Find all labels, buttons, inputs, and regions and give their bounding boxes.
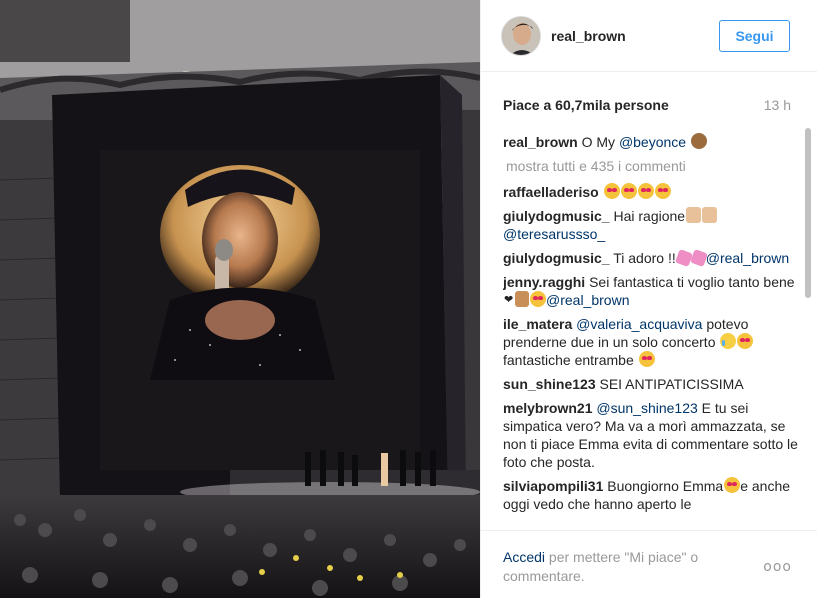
sparkling-heart-emoji-icon	[674, 249, 693, 267]
likes-count[interactable]: Piace a 60,7mila persone	[503, 97, 669, 113]
login-link[interactable]: Accedi	[503, 549, 545, 565]
comment-author[interactable]: silviapompili31	[503, 478, 603, 494]
heart-eyes-emoji-icon	[638, 351, 655, 367]
comment-author[interactable]: raffaelladeriso	[503, 184, 599, 200]
avatar[interactable]	[501, 16, 541, 56]
heart-eyes-emoji-icon	[737, 333, 754, 349]
post-side-panel: real_brown Segui Piace a 60,7mila person…	[480, 0, 817, 598]
monkey-emoji-icon	[690, 133, 707, 149]
thumbs-up-emoji-icon	[702, 207, 718, 223]
comment-author[interactable]: ile_matera	[503, 316, 572, 332]
crying-emoji-icon	[720, 333, 737, 349]
post-timestamp[interactable]: 13 h	[764, 97, 791, 113]
caption-text: O My	[581, 134, 619, 150]
comment-mention[interactable]: @teresarussso_	[503, 226, 605, 242]
post-footer: Accedi per mettere "Mi piace" o commenta…	[481, 530, 817, 598]
list-item: giulydogmusic_ Hai ragione @teresarussso_	[503, 207, 798, 243]
heart-eyes-emoji-icon	[530, 291, 546, 307]
caption-author[interactable]: real_brown	[503, 134, 578, 150]
list-item: giulydogmusic_ Ti adoro !! @real_brown	[503, 249, 798, 267]
list-item: sun_shine123 SEI ANTIPATICISSIMA	[503, 375, 798, 393]
list-item: silviapompili31 Buongiorno Emma e anche o…	[503, 477, 798, 513]
caption: real_brown O My @beyonce	[503, 133, 798, 151]
caption-mention[interactable]: @beyonce	[619, 134, 686, 150]
more-options-icon: ooo	[763, 559, 792, 575]
load-more-comments-button[interactable]: mostra tutti e 435 i commenti	[506, 157, 798, 175]
heart-eyes-emoji-icon	[603, 183, 620, 199]
comment-author[interactable]: jenny.ragghi	[503, 274, 585, 290]
list-item: raffaelladeriso	[503, 183, 798, 201]
comment-text: Ti adoro !!	[613, 250, 676, 266]
comment-mention[interactable]: @real_brown	[546, 292, 629, 308]
comment-text: Buongiorno Emma	[607, 478, 724, 494]
post-header: real_brown Segui	[481, 0, 817, 72]
list-item: jenny.ragghi Sei fantastica ti voglio ta…	[503, 273, 798, 309]
list-item: ile_matera @valeria_acquaviva potevo pre…	[503, 315, 798, 369]
thumbs-up-emoji-icon	[686, 207, 702, 223]
comment-author[interactable]: sun_shine123	[503, 376, 596, 392]
comment-author[interactable]: giulydogmusic_	[503, 208, 610, 224]
comment-mention[interactable]: @real_brown	[706, 250, 789, 266]
comment-author[interactable]: melybrown21	[503, 400, 592, 416]
black-heart-emoji-icon	[504, 291, 514, 309]
concert-image	[0, 0, 480, 598]
list-item: melybrown21 @sun_shine123 E tu sei simpa…	[503, 399, 798, 471]
login-prompt: Accedi per mettere "Mi piace" o commenta…	[503, 548, 733, 586]
comment-author[interactable]: giulydogmusic_	[503, 250, 610, 266]
post-photo[interactable]	[0, 0, 480, 598]
more-options-button[interactable]: ooo	[763, 559, 792, 575]
heart-eyes-emoji-icon	[637, 183, 654, 199]
comment-text-continued: fantastiche entrambe	[503, 352, 638, 368]
comment-text: Hai ragione	[613, 208, 686, 224]
heart-eyes-emoji-icon	[654, 183, 671, 199]
hand-emoji-icon	[515, 291, 529, 307]
comment-text: SEI ANTIPATICISSIMA	[599, 376, 744, 392]
avatar-image	[502, 17, 540, 55]
scrollbar-thumb[interactable]	[805, 128, 811, 298]
comment-text: Sei fantastica ti voglio tanto bene	[589, 274, 795, 290]
follow-button[interactable]: Segui	[719, 20, 790, 52]
comments-scrollbar[interactable]	[805, 128, 811, 528]
heart-eyes-emoji-icon	[724, 477, 741, 493]
comments-list[interactable]: real_brown O My @beyonce mostra tutti e …	[503, 133, 798, 528]
heart-eyes-emoji-icon	[620, 183, 637, 199]
post-author-username[interactable]: real_brown	[551, 28, 626, 44]
likes-row: Piace a 60,7mila persone 13 h	[503, 97, 793, 115]
comment-mention[interactable]: @valeria_acquaviva	[576, 316, 702, 332]
comment-mention[interactable]: @sun_shine123	[596, 400, 697, 416]
